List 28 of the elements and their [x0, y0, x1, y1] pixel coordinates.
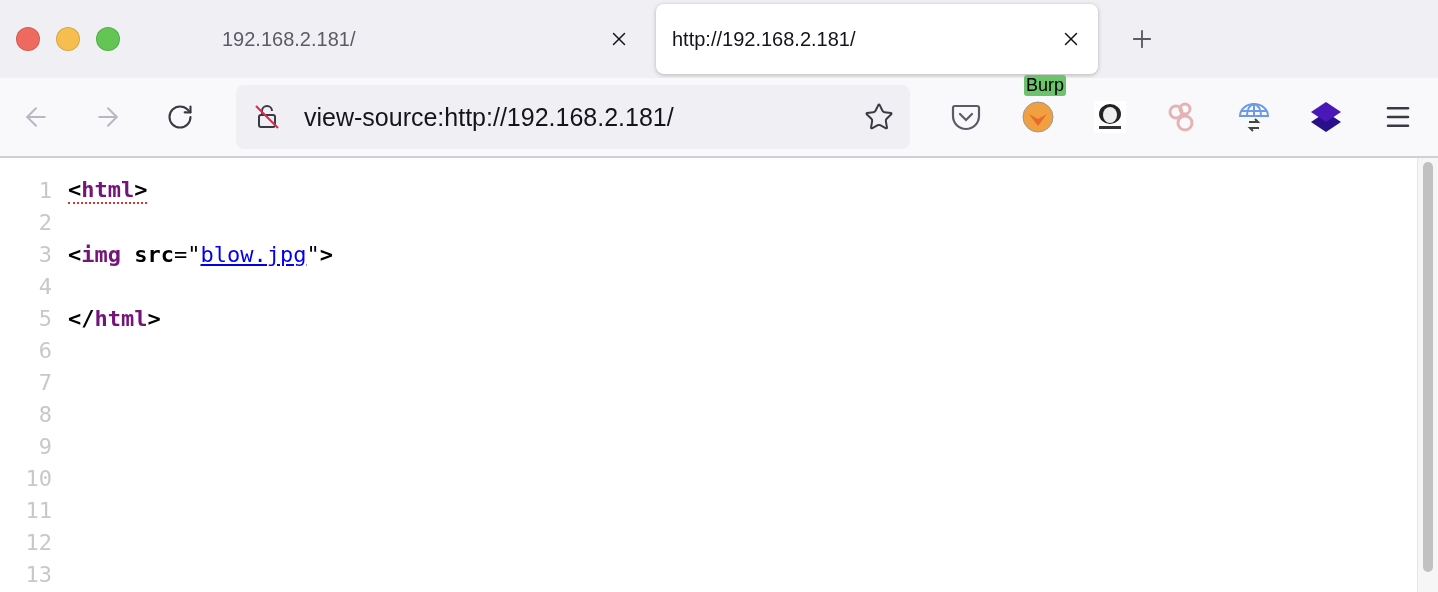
- tab-title: http://192.168.2.181/: [672, 27, 856, 51]
- address-bar[interactable]: view-source:http://192.168.2.181/: [236, 85, 910, 149]
- extension-badge: Burp: [1024, 75, 1067, 96]
- punctuation: =": [174, 241, 201, 267]
- attribute-name: src: [133, 241, 174, 267]
- punctuation: >: [147, 305, 161, 331]
- punctuation: <: [68, 176, 82, 202]
- browser-tab[interactable]: http://192.168.2.181/: [656, 4, 1098, 74]
- reload-icon[interactable]: [166, 103, 194, 131]
- star-icon[interactable]: [864, 102, 894, 132]
- punctuation: ": [306, 241, 320, 267]
- tag-name: html: [81, 176, 135, 202]
- close-window-button[interactable]: [16, 27, 40, 51]
- scrollbar[interactable]: [1417, 158, 1438, 592]
- browser-tab[interactable]: 192.168.2.181/: [150, 4, 648, 74]
- globe-icon[interactable]: [1237, 100, 1271, 134]
- pocket-icon[interactable]: [951, 103, 981, 131]
- layers-icon[interactable]: [1309, 100, 1343, 134]
- tag-name: img: [81, 241, 121, 267]
- punctuation: >: [319, 241, 333, 267]
- tab-title: 192.168.2.181/: [222, 27, 356, 51]
- scrollbar-thumb[interactable]: [1423, 162, 1433, 572]
- punctuation: </: [68, 305, 95, 331]
- punctuation: >: [134, 176, 148, 202]
- address-text: view-source:http://192.168.2.181/: [304, 102, 675, 132]
- punctuation: <: [68, 241, 82, 267]
- source-link[interactable]: blow.jpg: [200, 241, 307, 267]
- tag-name: html: [94, 305, 148, 331]
